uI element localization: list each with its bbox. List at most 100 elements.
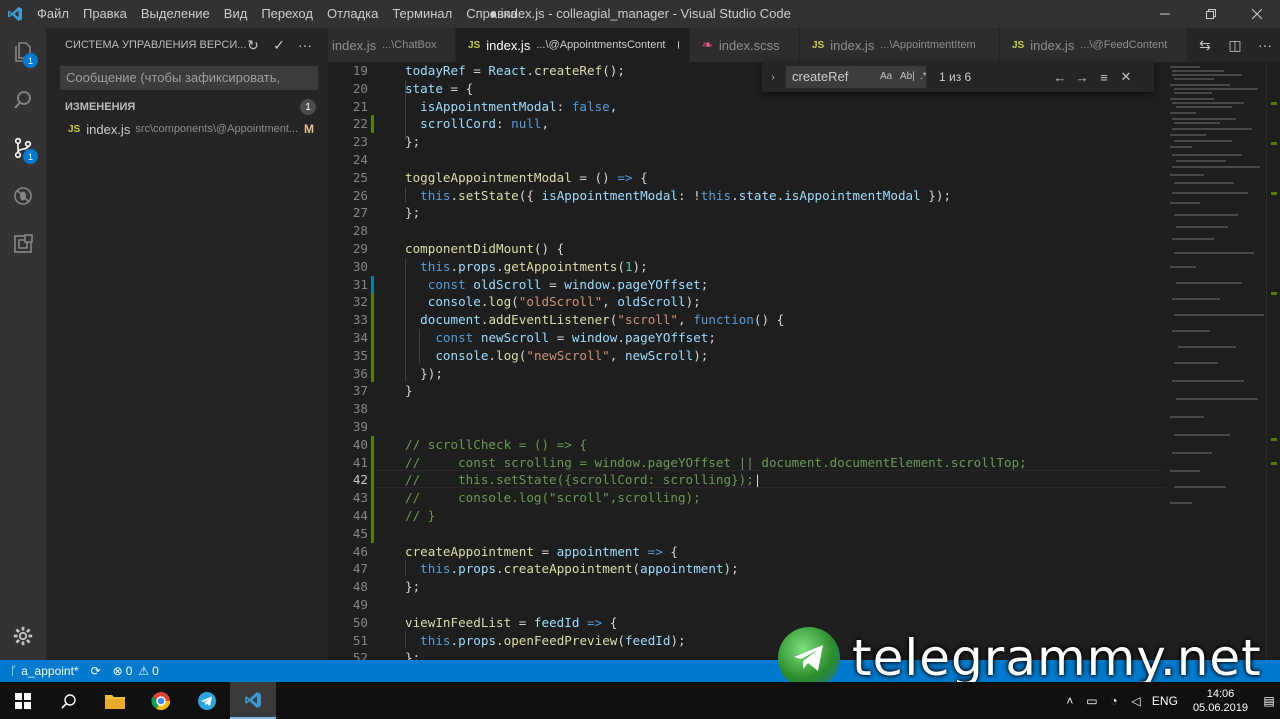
minimap-line <box>1172 154 1242 156</box>
activity-debug[interactable] <box>0 172 46 220</box>
taskbar-telegram[interactable] <box>184 682 230 719</box>
menu-help[interactable]: Справка <box>459 0 524 28</box>
gutter-added-marker <box>371 471 374 490</box>
close-find-icon[interactable]: ✕ <box>1115 69 1137 85</box>
tab-chatbox[interactable]: index.js ...\ChatBox <box>328 28 456 62</box>
line-number: 22 <box>352 116 368 132</box>
notifications-icon[interactable]: ▤ <box>1258 694 1280 708</box>
line-number: 48 <box>352 579 368 595</box>
activity-explorer[interactable]: 1 <box>0 28 46 76</box>
code-line: 49 <box>328 596 1166 614</box>
activity-search[interactable] <box>0 76 46 124</box>
code-text: this.props.createAppointment(appointment… <box>420 561 739 577</box>
find-in-selection-icon[interactable]: ≡ <box>1093 70 1115 85</box>
code-text: console.log("newScroll", newScroll); <box>435 347 709 363</box>
system-tray: ˄ ▭ ◔ ◁ ENG 14:06 05.06.2019 ▤ <box>1059 682 1280 719</box>
minimap-line <box>1174 140 1232 142</box>
gear-icon <box>13 626 33 646</box>
js-file-icon: JS <box>1012 39 1025 51</box>
match-case-button[interactable]: Aa <box>880 66 892 88</box>
menu-edit[interactable]: Правка <box>76 0 134 28</box>
minimize-button[interactable] <box>1142 0 1188 28</box>
taskbar-chrome[interactable] <box>138 682 184 719</box>
code-text: // this.setState({scrollCord: scrolling}… <box>405 472 762 488</box>
code-line: 30 this.props.getAppointments(1); <box>328 258 1166 276</box>
battery-icon[interactable]: ▭ <box>1081 694 1103 708</box>
minimap-line <box>1172 166 1260 168</box>
regex-button[interactable]: .* <box>920 66 927 88</box>
whole-word-button[interactable]: Ab| <box>900 66 915 88</box>
minimap-line <box>1172 330 1210 332</box>
scrollbar-change-mark <box>1271 142 1277 145</box>
changes-section-header[interactable]: ИЗМЕНЕНИЯ 1 <box>46 96 328 118</box>
gutter-added-marker <box>371 453 374 472</box>
network-icon[interactable]: ◔ <box>1103 694 1125 708</box>
code-text: createAppointment = appointment => { <box>405 543 678 559</box>
tab-index-scss[interactable]: ❧ index.scss <box>690 28 800 62</box>
minimap-line <box>1170 416 1204 418</box>
unsaved-dot-icon[interactable] <box>677 41 679 49</box>
commit-button[interactable]: ✓ <box>266 37 292 54</box>
taskbar-vscode[interactable] <box>230 682 276 719</box>
refresh-button[interactable]: ↻ <box>240 37 266 54</box>
minimap-line <box>1174 92 1212 94</box>
activity-extensions[interactable] <box>0 220 46 268</box>
line-number: 28 <box>352 223 368 239</box>
tab-appointments-content[interactable]: JS index.js ...\@AppointmentsContent <box>456 28 690 62</box>
open-changes-button[interactable]: ⇆ <box>1190 37 1220 54</box>
menu-go[interactable]: Переход <box>254 0 320 28</box>
gutter-added-marker <box>371 115 374 134</box>
minimap[interactable] <box>1166 62 1266 660</box>
taskbar-search-button[interactable] <box>46 682 92 719</box>
activity-settings[interactable] <box>0 612 46 660</box>
minimap-line <box>1174 486 1226 488</box>
tab-feed-content[interactable]: JS index.js ...\@FeedContent <box>1000 28 1188 62</box>
scrollbar-change-mark <box>1271 102 1277 105</box>
code-text: }; <box>405 650 421 660</box>
activity-source-control[interactable]: 1 <box>0 124 46 172</box>
branch-indicator[interactable]: ᚴ a_appoint* <box>0 664 85 678</box>
previous-match-arrow-icon[interactable]: ← <box>1049 70 1071 85</box>
split-editor-button[interactable]: ◫ <box>1220 37 1250 54</box>
close-window-button[interactable] <box>1234 0 1280 28</box>
volume-icon[interactable]: ◁ <box>1125 694 1147 708</box>
language-indicator[interactable]: ENG <box>1147 694 1183 708</box>
toggle-replace-chevron-icon[interactable]: › <box>765 72 781 83</box>
menu-view[interactable]: Вид <box>217 0 255 28</box>
sync-button[interactable]: ⟳ <box>85 664 107 678</box>
start-button[interactable] <box>0 682 46 719</box>
next-match-arrow-icon[interactable]: → <box>1071 70 1093 85</box>
tab-label: index.js <box>1030 37 1075 53</box>
code-line: 41 // const scrolling = window.pageYOffse… <box>328 453 1166 472</box>
code-line: 43 // console.log("scroll",scrolling); <box>328 489 1166 507</box>
code-line: 27}; <box>328 204 1166 222</box>
menu-debug[interactable]: Отладка <box>320 0 385 28</box>
menu-terminal[interactable]: Терминал <box>385 0 459 28</box>
line-number: 45 <box>352 525 368 541</box>
minimap-line <box>1174 362 1218 364</box>
menu-selection[interactable]: Выделение <box>134 0 217 28</box>
more-actions-button[interactable]: ··· <box>292 37 318 53</box>
more-editor-actions-button[interactable]: ··· <box>1250 37 1280 53</box>
minimap-line <box>1170 146 1192 148</box>
find-input[interactable]: createRef Aa Ab| .* <box>786 66 927 88</box>
minimap-line <box>1170 502 1192 504</box>
commit-message-input[interactable]: Сообщение (чтобы зафиксировать, <box>60 66 318 90</box>
taskbar-file-explorer[interactable] <box>92 682 138 719</box>
problems-indicator[interactable]: ⊗ 0 ⚠ 0 <box>107 664 165 678</box>
clock-date: 05.06.2019 <box>1192 701 1248 714</box>
code-text: // console.log("scroll",scrolling); <box>405 490 701 506</box>
code-editor[interactable]: 19 todayRef = React.createRef(); 20 state … <box>328 62 1166 660</box>
watermark: telegrammy.net <box>778 626 1278 690</box>
line-number: 20 <box>352 80 368 96</box>
line-number: 35 <box>352 347 368 363</box>
code-text: viewInFeedList = feedId => { <box>405 614 618 630</box>
clock[interactable]: 14:06 05.06.2019 <box>1183 687 1258 715</box>
show-hidden-icons-chevron-icon[interactable]: ˄ <box>1059 694 1081 708</box>
menu-file[interactable]: Файл <box>30 0 76 28</box>
line-number: 49 <box>352 597 368 612</box>
restore-button[interactable] <box>1188 0 1234 28</box>
changed-file-item[interactable]: JS index.js src\components\@Appointment.… <box>46 118 328 140</box>
tab-appointment-item[interactable]: JS index.js ...\AppointmentItem <box>800 28 1000 62</box>
editor-scrollbar[interactable] <box>1266 62 1280 660</box>
